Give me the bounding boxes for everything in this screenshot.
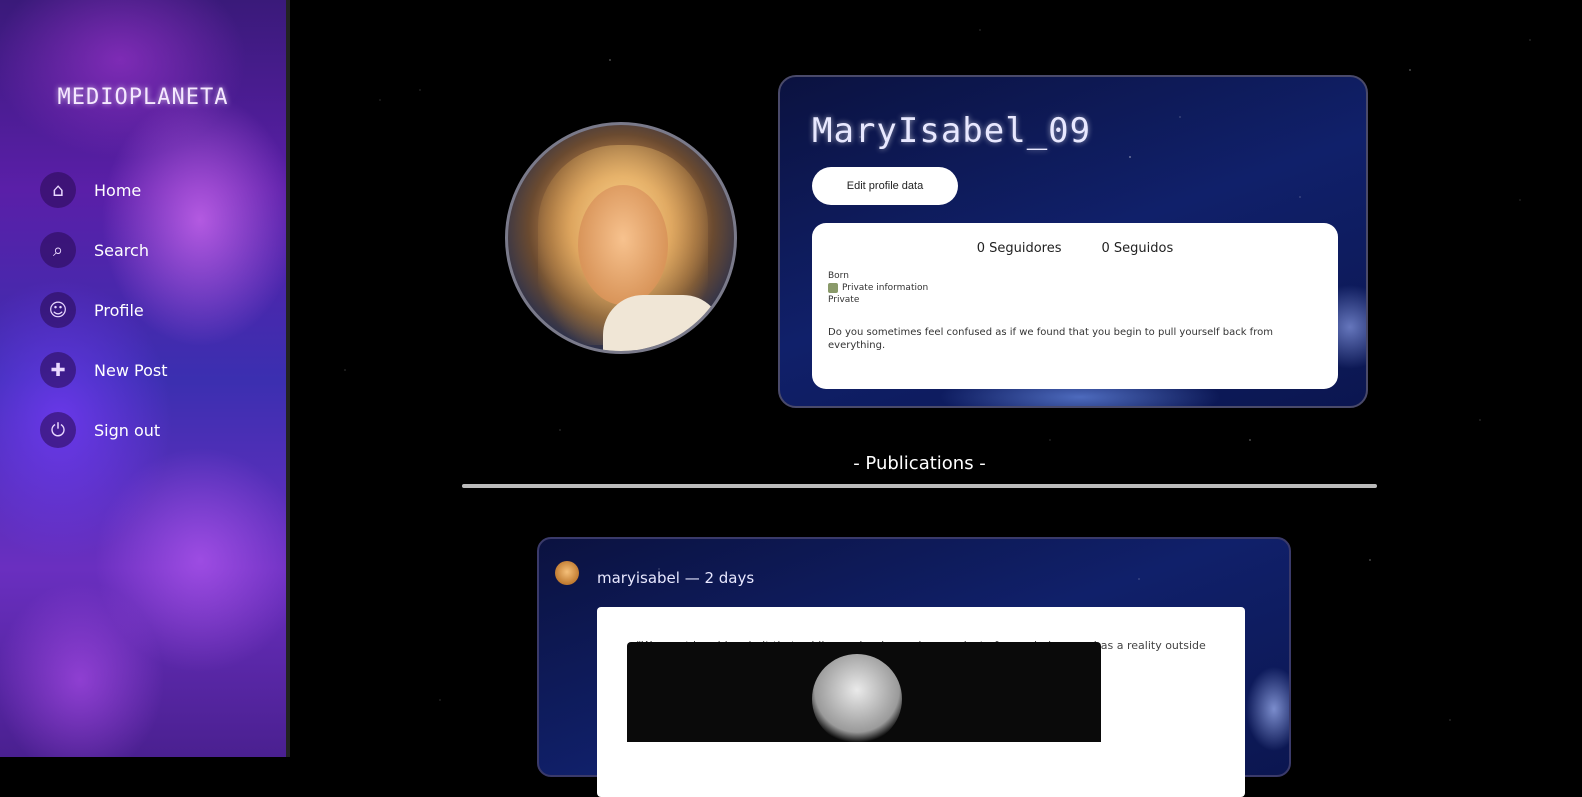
profile-icon: ☺ — [40, 292, 76, 328]
edit-profile-button[interactable]: Edit profile data — [812, 167, 958, 205]
sidebar-item-label: Search — [94, 240, 149, 260]
astronaut-image — [812, 654, 902, 742]
meta-line-private-info: Private information — [828, 282, 1322, 294]
sidebar-item-label: New Post — [94, 360, 168, 380]
meta-line-born: Born — [828, 271, 849, 281]
home-icon: ⌂ — [40, 172, 76, 208]
sidebar-item-label: Profile — [94, 300, 144, 320]
sidebar-item-label: Sign out — [94, 420, 161, 440]
profile-bio: Do you sometimes feel confused as if we … — [828, 327, 1273, 351]
profile-meta: Born Private information Private — [828, 270, 1322, 306]
sidebar: MEDIOPLANETA ⌂ Home ⌕ Search ☺ Profile ✚… — [0, 0, 290, 757]
post-author-avatar[interactable] — [555, 561, 579, 585]
avatar-face — [578, 185, 668, 305]
sidebar-item-label: Home — [94, 180, 142, 200]
followers-count[interactable]: 0 Seguidores — [977, 241, 1062, 256]
new-post-icon: ✚ — [40, 352, 76, 388]
publications-title: - Publications - — [853, 453, 986, 474]
follow-stats: 0 Seguidores 0 Seguidos — [828, 241, 1322, 256]
profile-avatar — [505, 122, 737, 354]
sidebar-nav: ⌂ Home ⌕ Search ☺ Profile ✚ New Post ⏻ S… — [40, 160, 270, 460]
following-count[interactable]: 0 Seguidos — [1102, 241, 1174, 256]
post-card[interactable]: maryisabel — 2 days "We must humbly admi… — [537, 537, 1291, 797]
sidebar-item-sign-out[interactable]: ⏻ Sign out — [40, 400, 270, 460]
post-header: maryisabel — 2 days — [597, 569, 755, 587]
avatar-shirt — [603, 295, 723, 351]
sidebar-item-new-post[interactable]: ✚ New Post — [40, 340, 270, 400]
publications-divider — [462, 484, 1377, 488]
meta-line-private: Private — [828, 295, 860, 305]
post-image[interactable] — [627, 642, 1101, 742]
sidebar-item-profile[interactable]: ☺ Profile — [40, 280, 270, 340]
search-icon: ⌕ — [40, 232, 76, 268]
meta-line-text: Private information — [842, 283, 929, 293]
sidebar-item-search[interactable]: ⌕ Search — [40, 220, 270, 280]
brand-logo[interactable]: MEDIOPLANETA — [0, 85, 286, 110]
profile-info-box: 0 Seguidores 0 Seguidos Born Private inf… — [812, 223, 1338, 389]
image-icon — [828, 283, 838, 293]
profile-username: MaryIsabel_09 — [812, 111, 1092, 151]
sign-out-icon: ⏻ — [40, 412, 76, 448]
sidebar-item-home[interactable]: ⌂ Home — [40, 160, 270, 220]
profile-card: MaryIsabel_09 Edit profile data 0 Seguid… — [778, 75, 1368, 408]
